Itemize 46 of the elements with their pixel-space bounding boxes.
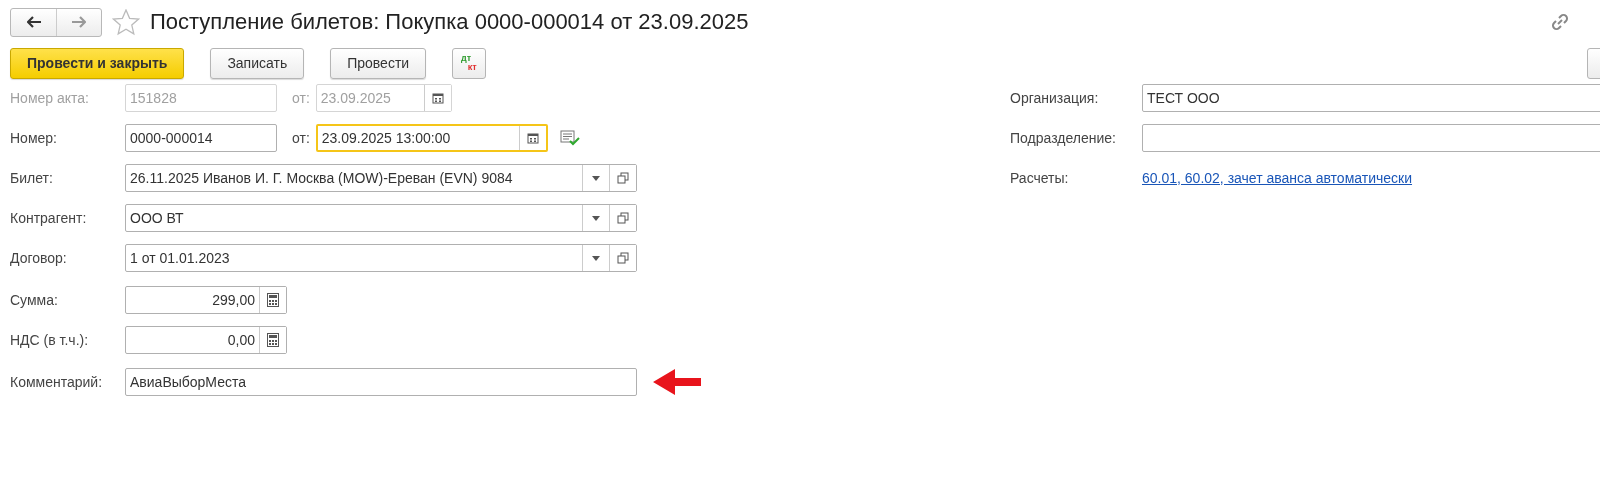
- field-label: Контрагент:: [10, 210, 88, 226]
- date-field[interactable]: 23.09.2025 13:00:00: [315, 124, 548, 152]
- text-field[interactable]: [1142, 124, 1600, 152]
- field-label: Комментарий:: [10, 374, 104, 390]
- caret-icon: [592, 175, 600, 181]
- window-title: Поступление билетов: Покупка 0000-000014 от 23.09.2025: [150, 9, 750, 35]
- field-label: Билет:: [10, 170, 54, 186]
- calendar-icon: [526, 132, 539, 144]
- amount-field[interactable]: 0,00: [125, 326, 287, 354]
- dt-kt-button[interactable]: дт кт: [452, 47, 487, 79]
- calculator-button[interactable]: [259, 327, 286, 353]
- settlement-link[interactable]: 60.01, 60.02, зачет аванса автоматически: [1142, 170, 1413, 186]
- posted-document-icon[interactable]: [559, 130, 580, 146]
- field-label: Подразделение:: [1010, 130, 1117, 146]
- amount-field[interactable]: 299,00: [125, 286, 287, 314]
- date-label: от:: [292, 90, 310, 106]
- comment-field[interactable]: АвиаВыборМеста: [125, 368, 637, 396]
- toolbar-button[interactable]: Записать: [210, 47, 305, 79]
- calculator-icon: [267, 293, 279, 307]
- select-field[interactable]: ООО ВТ: [125, 204, 637, 232]
- caret-icon: [592, 255, 600, 261]
- forward-arrow-icon: [72, 16, 86, 28]
- field-label: Номер:: [10, 130, 58, 146]
- back-arrow-icon: [26, 16, 41, 28]
- caret-icon: [592, 215, 600, 221]
- open-window-icon: [617, 252, 629, 264]
- calendar-icon: [431, 92, 444, 104]
- field-label: Договор:: [10, 250, 68, 266]
- field-label: Сумма:: [10, 292, 59, 308]
- post-and-close-button[interactable]: Провести и закрыть: [10, 47, 185, 79]
- field-label: Организация:: [1010, 90, 1100, 106]
- date-label: от:: [292, 130, 310, 146]
- open-window-icon: [617, 172, 629, 184]
- field-label: Расчеты:: [1010, 170, 1070, 186]
- select-field[interactable]: 26.11.2025 Иванов И. Г. Москва (MOW)-Ереван (EVN) 9084: [125, 164, 637, 192]
- calculator-icon: [267, 333, 279, 347]
- select-field[interactable]: 1 от 01.01.2023: [125, 244, 637, 272]
- calculator-button[interactable]: [259, 287, 286, 313]
- text-field[interactable]: ТЕСТ ООО: [1142, 84, 1600, 112]
- field-label: НДС (в т.ч.):: [10, 332, 90, 348]
- star-icon[interactable]: [112, 8, 140, 36]
- number-field[interactable]: 0000-000014: [125, 124, 277, 152]
- open-window-icon: [617, 212, 629, 224]
- field-label: Номер акта:: [10, 90, 90, 106]
- link-icon[interactable]: [1550, 12, 1570, 32]
- toolbar-button[interactable]: Провести: [330, 47, 427, 79]
